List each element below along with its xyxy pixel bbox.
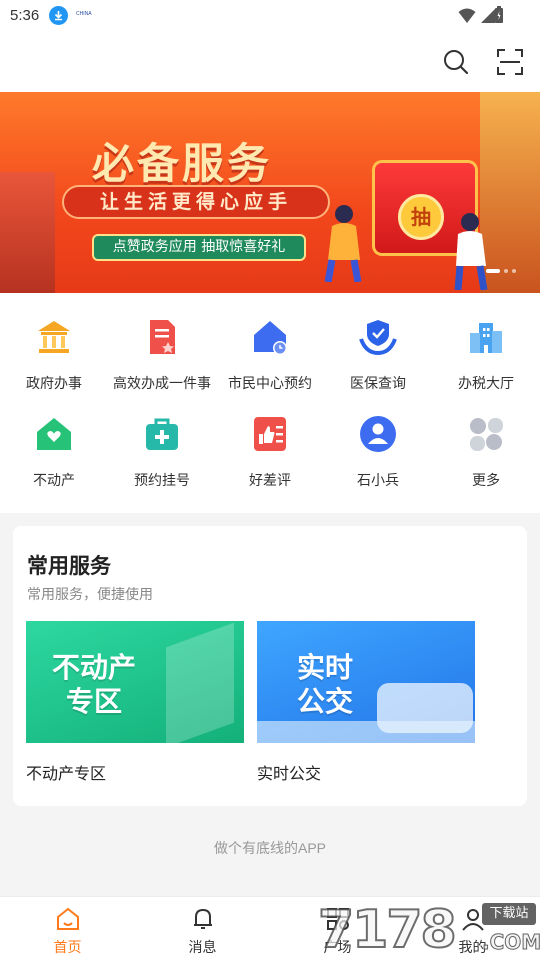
banner-slogan: 让生活更得心应手 (62, 185, 330, 219)
top-bar (0, 32, 540, 92)
tile-image-text: 不动产 专区 (52, 651, 136, 719)
service-label: 更多 (472, 472, 500, 488)
realtime-bus-tile[interactable]: 实时 公交 (257, 621, 475, 743)
scan-button[interactable] (496, 48, 524, 76)
home-icon (57, 907, 79, 930)
service-tax-hall[interactable]: 办税大厅 (432, 293, 540, 391)
house-heart-icon (37, 418, 71, 450)
download-icon (49, 6, 68, 25)
tile-image-text-line: 专区 (66, 685, 123, 718)
pavilion-decoration (0, 172, 55, 293)
tile-image-text-line: 公交 (297, 685, 354, 718)
service-label: 好差评 (249, 472, 291, 488)
service-hospital-registration[interactable]: 预约挂号 (108, 390, 216, 488)
service-good-bad-review[interactable]: 好差评 (216, 390, 324, 488)
status-time: 5:36 (10, 7, 40, 24)
shield-hands-icon (359, 320, 397, 356)
tile-image-text-line: 不动产 (52, 651, 137, 684)
carousel-dot (504, 269, 508, 273)
house-clock-icon (254, 321, 287, 355)
tile-image-text: 实时 公交 (297, 651, 353, 719)
government-building-icon (38, 321, 70, 353)
status-mini-label: CHINA (76, 11, 92, 17)
thumbs-review-icon (254, 417, 286, 451)
service-label: 不动产 (33, 472, 75, 488)
medical-bag-icon (146, 418, 178, 450)
watermark-badge: 下载站 (482, 903, 536, 925)
real-estate-zone-label[interactable]: 不动产专区 (26, 760, 106, 784)
buildings-icon (470, 323, 502, 353)
wifi-icon (458, 8, 476, 23)
search-icon (444, 50, 469, 75)
nav-label: 首页 (53, 939, 82, 955)
service-label: 预约挂号 (134, 472, 190, 488)
nav-messages[interactable]: 消息 (135, 897, 270, 960)
nav-home[interactable]: 首页 (0, 897, 135, 960)
banner-promo-pill: 点赞政务应用 抽取惊喜好礼 (92, 234, 306, 261)
watermark-domain: .COM (481, 930, 540, 955)
realtime-bus-label[interactable]: 实时公交 (257, 760, 321, 784)
tile-image-text-line: 实时 (297, 651, 354, 684)
bell-icon (194, 908, 212, 929)
real-estate-zone-tile[interactable]: 不动产 专区 (26, 621, 244, 743)
document-star-icon (150, 320, 175, 354)
service-grid: 政府办事 高效办成一件事 市民中心预约 医保查询 办税大厅 不动产 预约挂号 好… (0, 293, 540, 513)
nav-label: 消息 (188, 939, 217, 955)
person-illustration-right (454, 213, 488, 290)
service-government-affairs[interactable]: 政府办事 (0, 293, 108, 391)
battery-icon (495, 6, 503, 23)
service-more[interactable]: 更多 (432, 390, 540, 488)
more-grid-icon (470, 418, 503, 451)
common-services-subtitle: 常用服务，便捷使用 (27, 586, 153, 602)
service-medical-insurance[interactable]: 医保查询 (324, 293, 432, 391)
person-illustration-left (324, 205, 362, 282)
service-shi-xiaobing[interactable]: 石小兵 (324, 390, 432, 488)
lottery-coin: 抽 (398, 194, 444, 240)
promo-banner[interactable]: 必备服务 让生活更得心应手 点赞政务应用 抽取惊喜好礼 抽 (0, 92, 540, 293)
carousel-dot-active (486, 269, 500, 273)
service-civic-center-booking[interactable]: 市民中心预约 (216, 293, 324, 391)
footer-slogan: 做个有底线的APP (213, 840, 326, 856)
search-button[interactable] (442, 48, 470, 76)
status-bar: 5:36 CHINA (0, 0, 540, 32)
service-label: 石小兵 (357, 472, 399, 488)
banner-title: 必备服务 (92, 139, 273, 188)
service-real-estate[interactable]: 不动产 (0, 390, 108, 488)
person-badge-icon (360, 416, 396, 452)
road-illustration (257, 721, 475, 743)
carousel-dot (512, 269, 516, 273)
common-services-card: 常用服务 常用服务，便捷使用 不动产 专区 实时 公交 不动产专区 实时公交 (13, 526, 527, 806)
scan-icon (497, 49, 523, 75)
bottom-navigation: 首页 消息 广场 我的 (0, 896, 540, 960)
building-illustration (166, 622, 234, 743)
service-efficient-one-thing[interactable]: 高效办成一件事 (108, 293, 216, 391)
watermark-digits: 7178 (317, 900, 458, 960)
common-services-title: 常用服务 (27, 554, 111, 578)
